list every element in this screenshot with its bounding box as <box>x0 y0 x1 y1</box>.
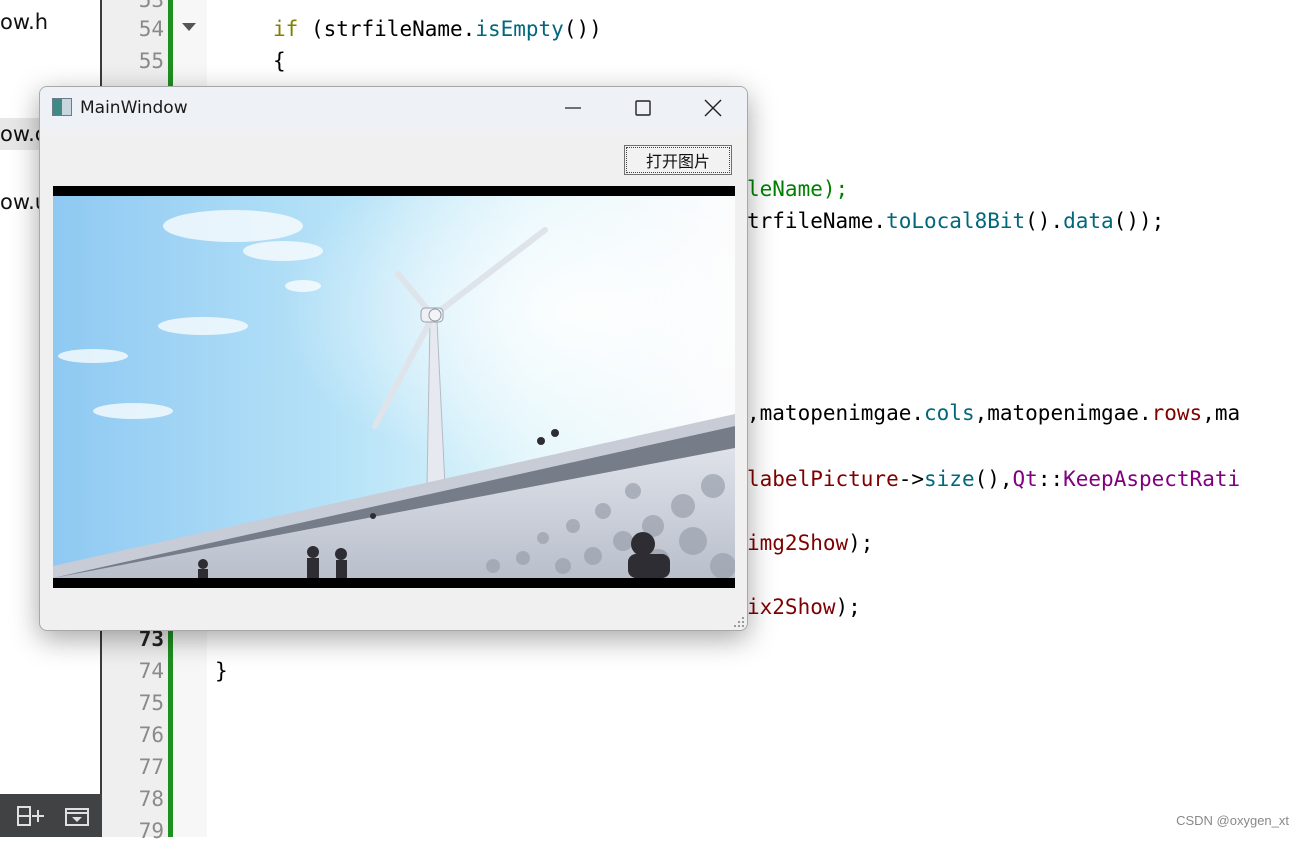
minimize-button[interactable] <box>538 87 608 129</box>
windmill-photo <box>53 186 735 588</box>
sidebar-toolbar <box>0 794 102 837</box>
code-keyword: if <box>273 17 299 41</box>
code-line-img2show[interactable]: img2Show); <box>747 531 873 555</box>
line-number: 77 <box>138 755 164 779</box>
code-variable: img2Show <box>747 531 849 555</box>
window-title: MainWindow <box>80 98 188 118</box>
code-member: cols <box>924 401 975 425</box>
code-enum: KeepAspectRati <box>1063 467 1241 491</box>
line-number: 54 <box>138 17 164 41</box>
watermark: CSDN @oxygen_xt <box>1176 813 1289 828</box>
code-line-local8bit[interactable]: trfileName.toLocal8Bit().data()); <box>747 209 1164 233</box>
code-line-pix2show[interactable]: ix2Show); <box>747 595 861 619</box>
code-line-scaled[interactable]: labelPicture->size(),Qt::KeepAspectRati <box>747 467 1240 491</box>
close-icon <box>704 99 722 117</box>
main-window: MainWindow 打开图片 <box>39 86 748 631</box>
code-text: -> <box>898 467 925 491</box>
code-member: rows <box>1151 401 1203 425</box>
code-string: leName); <box>747 177 849 201</box>
resize-grip-icon[interactable] <box>734 617 744 627</box>
line-number: 75 <box>138 691 164 715</box>
open-image-button-label: 打开图片 <box>645 152 710 171</box>
code-function: toLocal8Bit <box>886 209 1026 233</box>
minimize-icon <box>565 107 581 109</box>
code-text: ,ma <box>1202 401 1241 425</box>
window-titlebar[interactable]: MainWindow <box>40 87 747 129</box>
code-text: ()) <box>563 17 602 41</box>
code-text: (), <box>974 467 1013 491</box>
code-text: ()); <box>1113 209 1165 233</box>
code-variable: labelPicture <box>747 467 899 491</box>
line-number: 79 <box>138 819 164 843</box>
file-item-header[interactable]: ow.h <box>0 10 48 34</box>
collapse-icon[interactable] <box>64 804 92 828</box>
line-number: 78 <box>138 787 164 811</box>
line-number: 76 <box>138 723 164 747</box>
maximize-button[interactable] <box>608 87 678 129</box>
code-line-filename[interactable]: leName); <box>747 177 848 201</box>
maximize-icon <box>635 100 651 116</box>
code-line-if[interactable]: if (strfileName.isEmpty()) <box>273 17 602 41</box>
code-function: isEmpty <box>475 17 564 41</box>
code-text: ,matopenimgae. <box>974 401 1152 425</box>
code-line-close-brace[interactable]: } <box>215 659 228 683</box>
line-number: 74 <box>138 659 164 683</box>
code-text: ); <box>848 531 874 555</box>
code-text: ,matopenimgae. <box>747 401 925 425</box>
code-namespace: Qt <box>1012 467 1038 491</box>
code-line-brace[interactable]: { <box>273 49 286 73</box>
split-add-icon[interactable] <box>16 804 44 828</box>
close-button[interactable] <box>678 87 747 129</box>
fold-arrow-icon[interactable] <box>182 23 196 31</box>
code-text: :: <box>1037 467 1064 491</box>
picture-label <box>53 186 735 588</box>
code-variable: ix2Show <box>747 595 836 619</box>
code-text: ); <box>835 595 861 619</box>
line-number: 53 <box>138 0 164 12</box>
code-function: data <box>1063 209 1114 233</box>
code-text: trfileName. <box>747 209 887 233</box>
code-text: (strfileName. <box>298 17 476 41</box>
line-number: 55 <box>138 49 164 73</box>
code-function: size <box>924 467 975 491</box>
open-image-button[interactable]: 打开图片 <box>624 145 732 175</box>
code-text: (). <box>1025 209 1064 233</box>
code-line-qimage[interactable]: ,matopenimgae.cols,matopenimgae.rows,ma <box>747 401 1240 425</box>
app-icon <box>52 98 72 116</box>
